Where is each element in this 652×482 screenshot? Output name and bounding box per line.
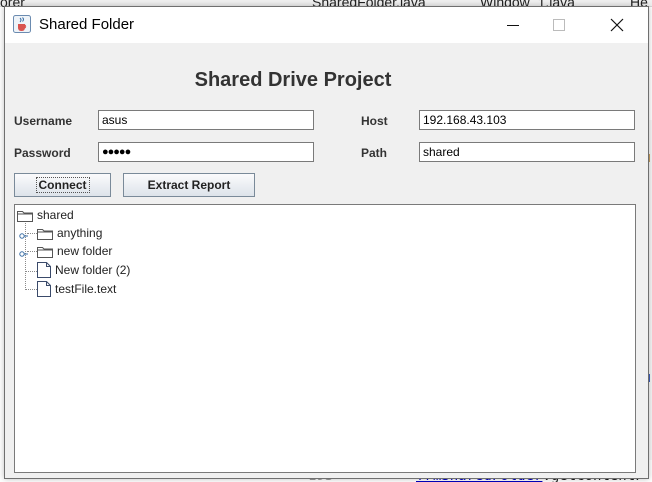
tree-root-label: shared — [37, 208, 74, 222]
password-label: Password — [14, 146, 71, 160]
file-icon — [37, 281, 51, 297]
maximize-icon — [553, 19, 565, 31]
title-bar[interactable]: Shared Folder — [5, 7, 648, 43]
java-cup-icon — [13, 15, 31, 33]
tree-connector — [25, 271, 37, 272]
tree-item[interactable]: testFile.text — [37, 281, 116, 297]
tree-item[interactable]: new folder — [37, 244, 112, 258]
tree-item-label: testFile.text — [55, 282, 117, 296]
close-button[interactable] — [594, 7, 640, 43]
file-icon — [37, 262, 51, 278]
extract-report-button[interactable]: Extract Report — [123, 173, 255, 197]
tree-connector — [25, 289, 37, 290]
username-label: Username — [14, 114, 73, 128]
host-input[interactable] — [419, 110, 635, 130]
password-input[interactable]: ●●●●● — [98, 142, 314, 162]
connect-button-label: Connect — [35, 177, 90, 193]
path-label: Path — [361, 146, 388, 160]
tree-item-label: anything — [57, 226, 103, 240]
tree-item[interactable]: anything — [37, 226, 102, 240]
expand-handle-icon[interactable] — [19, 228, 29, 246]
folder-icon — [37, 227, 53, 240]
tree-item[interactable]: New folder (2) — [37, 262, 130, 278]
connect-button[interactable]: Connect — [14, 173, 111, 197]
expand-handle-icon[interactable] — [19, 246, 29, 264]
minimize-icon — [507, 25, 519, 26]
page-title: Shared Drive Project — [194, 69, 392, 91]
folder-tree[interactable]: shared anything new folder New folder (2… — [14, 204, 636, 473]
tree-item-label: New folder (2) — [55, 263, 131, 277]
close-icon — [610, 18, 624, 32]
username-input[interactable] — [98, 110, 314, 130]
tree-item-label: new folder — [57, 244, 113, 258]
path-input[interactable] — [419, 142, 635, 162]
window-title: Shared Folder — [39, 16, 135, 33]
minimize-button[interactable] — [490, 7, 536, 43]
tree-root[interactable]: shared — [17, 208, 74, 222]
folder-icon — [37, 245, 53, 258]
extract-report-label: Extract Report — [147, 178, 231, 192]
folder-icon — [17, 209, 33, 222]
maximize-button[interactable] — [536, 7, 582, 43]
host-label: Host — [361, 114, 388, 128]
shared-folder-window: Shared Folder Shared Drive Project Usern… — [4, 6, 649, 479]
